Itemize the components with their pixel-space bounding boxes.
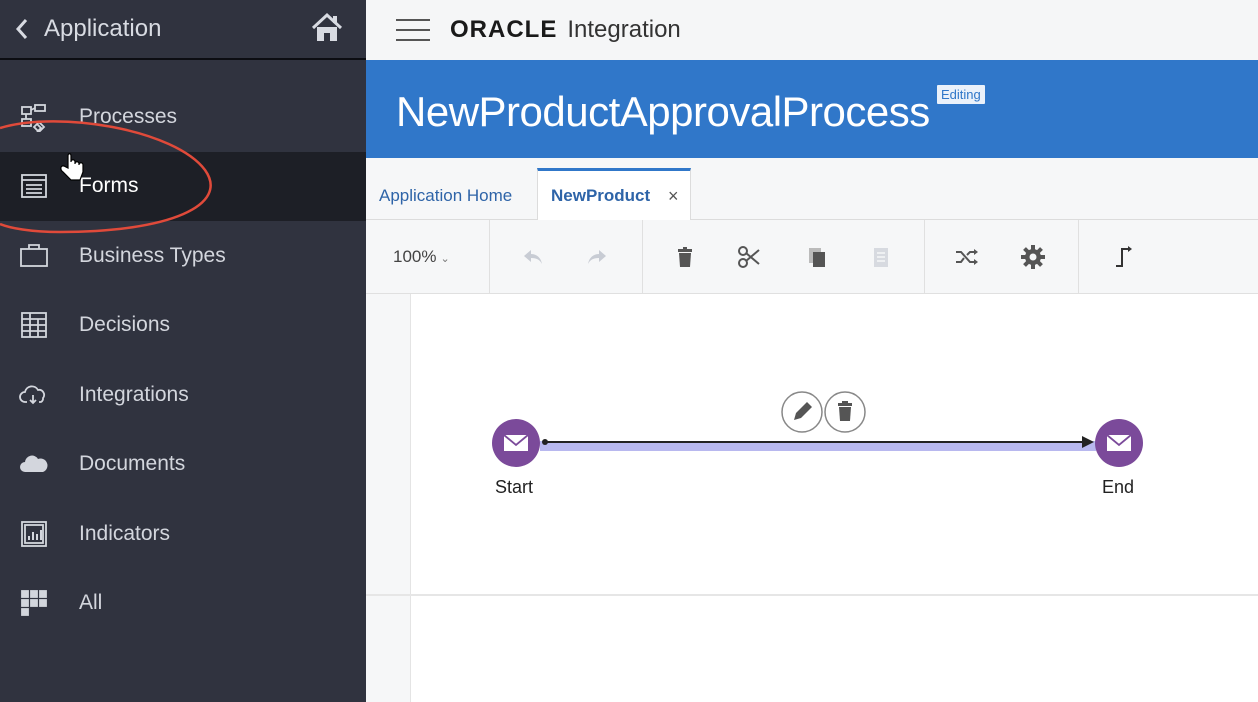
tab-newproduct[interactable]: NewProduct × <box>537 168 691 220</box>
annotation-overlay <box>0 120 212 234</box>
toolbar-divider <box>1078 220 1079 294</box>
sidebar-item-integrations[interactable]: Integrations <box>0 360 366 430</box>
envelope-icon <box>1106 434 1132 451</box>
highlight-ellipse <box>0 120 212 234</box>
start-label: Start <box>495 477 534 497</box>
page-title: NewProductApprovalProcess <box>396 88 930 135</box>
settings-button[interactable] <box>1018 242 1048 272</box>
sidebar-item-label: Integrations <box>79 382 189 406</box>
shuffle-icon <box>956 249 978 265</box>
tab-label: NewProduct <box>551 186 651 205</box>
paste-button[interactable] <box>866 242 896 272</box>
swimlane-divider <box>366 594 1258 596</box>
toolbar-divider <box>924 220 925 294</box>
process-canvas[interactable]: Start End <box>366 294 1258 702</box>
delete-button[interactable] <box>670 242 700 272</box>
redo-button[interactable] <box>582 242 612 272</box>
chevron-down-icon: ⌄ <box>440 253 450 265</box>
zoom-value: 100% <box>393 247 437 266</box>
toolbar-divider <box>489 220 490 294</box>
sidebar-item-documents[interactable]: Documents <box>0 430 366 500</box>
oracle-logo: ORACLE <box>450 16 558 43</box>
hand-cursor-icon <box>60 153 84 181</box>
sidebar-item-decisions[interactable]: Decisions <box>0 291 366 361</box>
close-icon[interactable]: × <box>668 186 679 207</box>
trash-icon <box>838 401 852 421</box>
sidebar-item-label: All <box>79 591 103 615</box>
copy-icon <box>809 248 825 267</box>
toolbar: 100% ⌄ <box>366 220 1258 294</box>
sidebar-item-label: Decisions <box>79 313 171 337</box>
top-bar: ORACLE Integration <box>366 0 1258 60</box>
envelope-icon <box>503 434 529 451</box>
sidebar-item-indicators[interactable]: Indicators <box>0 499 366 569</box>
trash-icon <box>678 247 692 267</box>
gear-icon <box>1021 245 1045 269</box>
indicators-icon <box>17 517 51 551</box>
sidebar-item-label: Documents <box>79 452 186 476</box>
tab-application-home[interactable]: Application Home <box>379 186 512 206</box>
sidebar-item-all[interactable]: All <box>0 569 366 639</box>
paste-icon <box>874 248 888 267</box>
cut-button[interactable] <box>734 242 764 272</box>
undo-button[interactable] <box>518 242 548 272</box>
redo-icon <box>588 250 606 264</box>
start-event[interactable] <box>492 419 540 467</box>
end-event[interactable] <box>1095 419 1143 467</box>
edit-flow-button[interactable] <box>781 391 823 433</box>
grid-icon <box>17 586 51 620</box>
cloud-documents-icon <box>17 447 51 481</box>
status-badge: Editing <box>937 85 985 104</box>
shuffle-button[interactable] <box>952 242 982 272</box>
tab-bar: Application Home NewProduct × <box>366 158 1258 220</box>
flow-diagram <box>492 391 1143 467</box>
product-name: Integration <box>567 16 681 43</box>
copy-button[interactable] <box>802 242 832 272</box>
zoom-select[interactable]: 100% ⌄ <box>393 247 450 267</box>
connector-button[interactable] <box>1108 242 1138 272</box>
cloud-integration-icon <box>17 378 51 412</box>
sidebar-item-label: Indicators <box>79 521 171 545</box>
scissors-icon <box>738 246 760 268</box>
toolbar-divider <box>642 220 643 294</box>
process-banner: NewProductApprovalProcess Editing <box>366 60 1258 158</box>
end-label: End <box>1102 477 1135 497</box>
connector-icon <box>1116 246 1132 267</box>
undo-icon <box>524 250 542 264</box>
delete-flow-button[interactable] <box>824 391 866 433</box>
flow-start-dot <box>542 439 548 445</box>
menu-icon[interactable] <box>396 19 430 41</box>
decision-table-icon <box>17 308 51 342</box>
